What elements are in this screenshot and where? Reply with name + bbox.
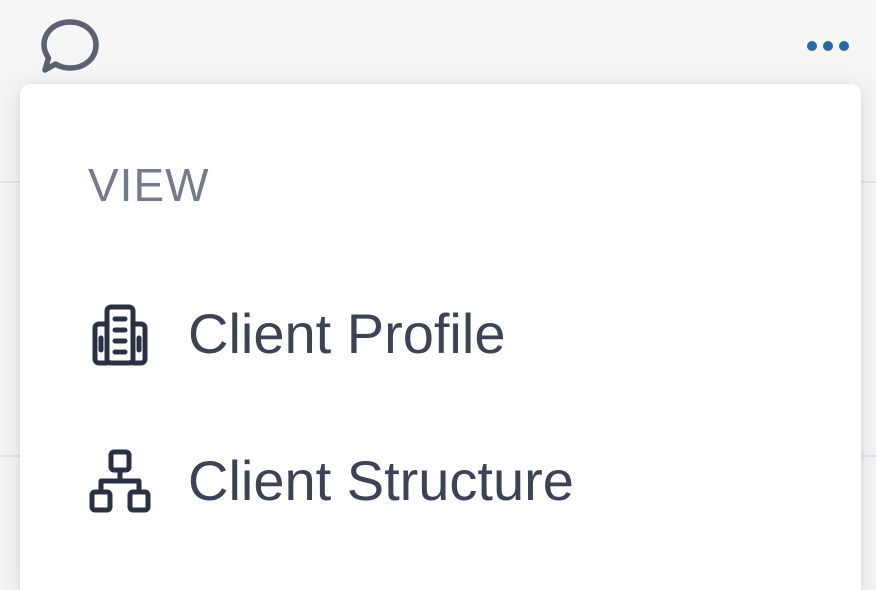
view-dropdown-menu: VIEW Client Profile Client Structure [20, 84, 861, 590]
more-horizontal-icon [823, 41, 833, 51]
menu-item-client-structure[interactable]: Client Structure [20, 421, 861, 541]
menu-item-client-profile[interactable]: Client Profile [20, 274, 861, 394]
building-icon [88, 302, 152, 366]
more-horizontal-icon [807, 41, 817, 51]
screen: VIEW Client Profile Client Structure [0, 0, 876, 590]
menu-item-label: Client Structure [188, 449, 574, 512]
menu-item-label: Client Profile [188, 302, 506, 365]
speech-bubble-icon[interactable] [38, 18, 102, 78]
menu-section-header: VIEW [88, 159, 210, 211]
more-options-button[interactable] [796, 30, 860, 62]
more-horizontal-icon [839, 41, 849, 51]
org-chart-icon [88, 449, 152, 513]
